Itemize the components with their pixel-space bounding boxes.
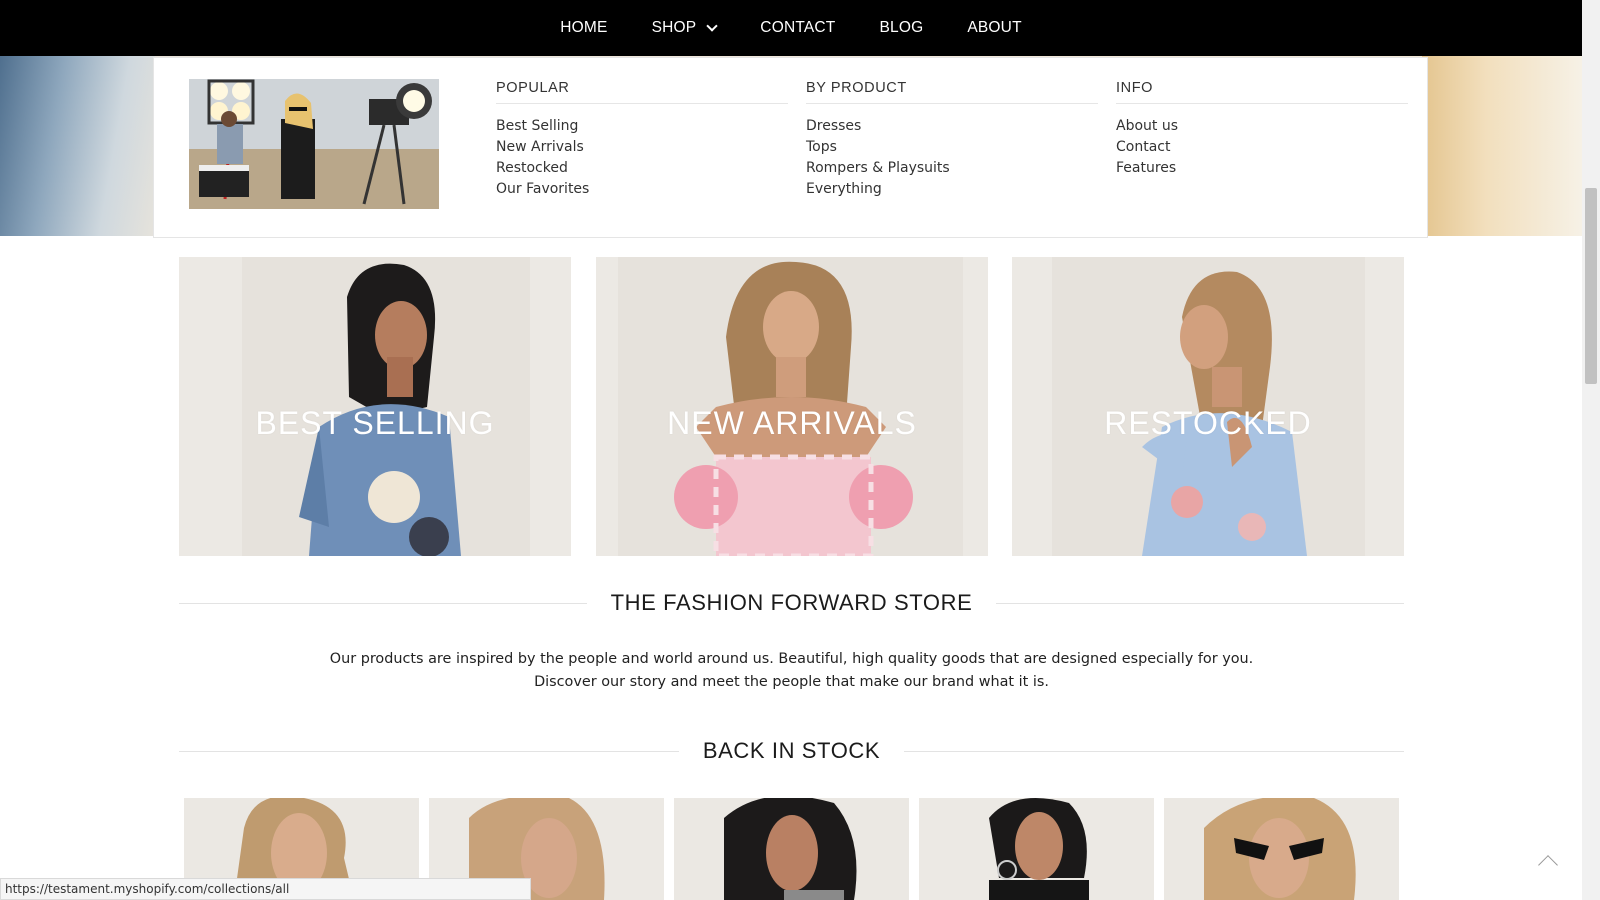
menu-link-our-favorites[interactable]: Our Favorites <box>496 179 788 200</box>
menu-link-tops[interactable]: Tops <box>806 137 1098 158</box>
chevron-down-icon <box>706 19 718 32</box>
collection-tile-restocked[interactable]: RESTOCKED <box>1012 257 1404 556</box>
collection-tile-best-selling[interactable]: BEST SELLING <box>179 257 571 556</box>
menu-link-about-us[interactable]: About us <box>1116 116 1408 137</box>
product-card[interactable] <box>674 798 909 900</box>
menu-link-rompers-playsuits[interactable]: Rompers & Playsuits <box>806 158 1098 179</box>
product-image <box>1164 798 1399 900</box>
collection-tile-new-arrivals[interactable]: NEW ARRIVALS <box>596 257 988 556</box>
about-line-1: Our products are inspired by the people … <box>329 651 1254 667</box>
divider-right <box>904 750 1405 752</box>
film-shoot-image <box>189 79 439 209</box>
menu-link-new-arrivals[interactable]: New Arrivals <box>496 137 788 158</box>
divider-left <box>179 602 587 604</box>
mega-col-info: INFO About us Contact Features <box>1116 80 1408 179</box>
menu-link-contact[interactable]: Contact <box>1116 137 1408 158</box>
hero-left-image <box>0 55 155 236</box>
menu-link-restocked[interactable]: Restocked <box>496 158 788 179</box>
tile-label: BEST SELLING <box>255 405 495 441</box>
product-image <box>674 798 909 900</box>
mega-col-heading: BY PRODUCT <box>806 80 1098 104</box>
tile-label: NEW ARRIVALS <box>667 405 917 441</box>
nav-blog[interactable]: BLOG <box>857 19 945 37</box>
menu-link-best-selling[interactable]: Best Selling <box>496 116 788 137</box>
nav-shop[interactable]: SHOP <box>630 19 739 37</box>
tile-label: RESTOCKED <box>1104 405 1312 441</box>
about-intro: Our products are inspired by the people … <box>179 648 1404 694</box>
divider-left <box>179 750 679 752</box>
back-in-stock-heading: BACK IN STOCK <box>702 738 881 763</box>
back-in-stock-section-title: BACK IN STOCK <box>179 738 1405 764</box>
mega-col-heading: INFO <box>1116 80 1408 104</box>
mega-col-popular: POPULAR Best Selling New Arrivals Restoc… <box>496 80 788 200</box>
about-section-title: THE FASHION FORWARD STORE <box>179 590 1404 616</box>
menu-link-features[interactable]: Features <box>1116 158 1408 179</box>
status-url-bar: https://testament.myshopify.com/collecti… <box>0 878 531 900</box>
menu-link-everything[interactable]: Everything <box>806 179 1098 200</box>
vertical-scrollbar[interactable] <box>1582 0 1600 900</box>
product-image <box>919 798 1154 900</box>
divider-right <box>996 602 1404 604</box>
shop-mega-menu: POPULAR Best Selling New Arrivals Restoc… <box>153 57 1428 238</box>
scrollbar-thumb[interactable] <box>1585 188 1597 384</box>
hero-right-image <box>1422 55 1582 236</box>
product-card[interactable] <box>919 798 1154 900</box>
product-card[interactable] <box>1164 798 1399 900</box>
back-to-top-icon[interactable] <box>1538 855 1558 875</box>
nav-home[interactable]: HOME <box>538 19 629 37</box>
mega-menu-image[interactable] <box>189 79 439 209</box>
about-line-2: Discover our story and meet the people t… <box>534 674 1049 690</box>
about-heading: THE FASHION FORWARD STORE <box>610 590 973 615</box>
top-navigation: HOME SHOP CONTACT BLOG ABOUT <box>0 0 1582 56</box>
mega-col-heading: POPULAR <box>496 80 788 104</box>
nav-about[interactable]: ABOUT <box>945 19 1043 37</box>
menu-link-dresses[interactable]: Dresses <box>806 116 1098 137</box>
mega-col-by-product: BY PRODUCT Dresses Tops Rompers & Playsu… <box>806 80 1098 200</box>
nav-contact[interactable]: CONTACT <box>738 19 857 37</box>
